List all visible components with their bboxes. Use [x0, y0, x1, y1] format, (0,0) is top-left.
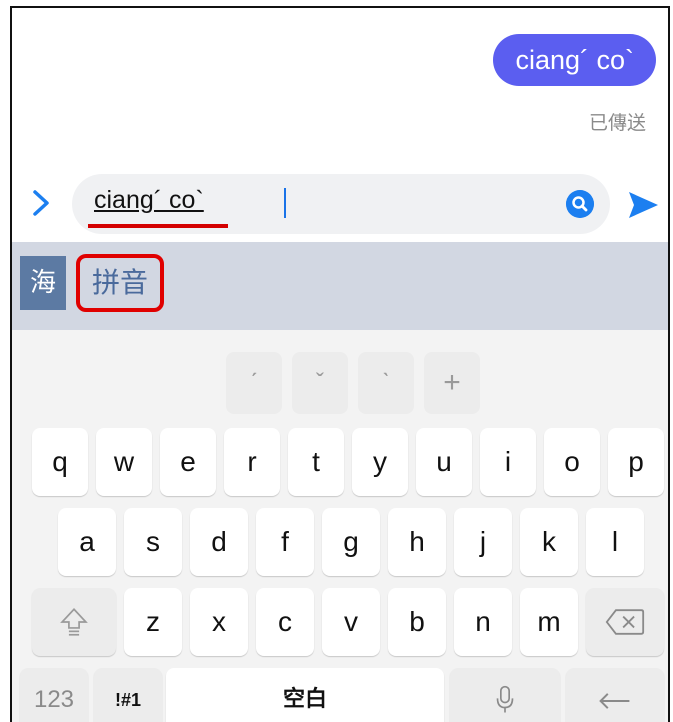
key-u[interactable]: u: [416, 428, 472, 496]
space-key[interactable]: 空白: [166, 668, 444, 722]
key-x[interactable]: x: [190, 588, 248, 656]
shift-key[interactable]: [32, 588, 116, 656]
key-r[interactable]: r: [224, 428, 280, 496]
key-b[interactable]: b: [388, 588, 446, 656]
backspace-key[interactable]: [586, 588, 664, 656]
key-p[interactable]: p: [608, 428, 664, 496]
numbers-key[interactable]: 123: [20, 668, 88, 722]
highlight-underline: [88, 224, 228, 228]
backspace-icon: [605, 609, 645, 635]
key-v[interactable]: v: [322, 588, 380, 656]
key-z[interactable]: z: [124, 588, 182, 656]
key-f[interactable]: f: [256, 508, 314, 576]
shift-icon: [60, 608, 88, 636]
key-y[interactable]: y: [352, 428, 408, 496]
text-caret: [284, 188, 286, 218]
key-a[interactable]: a: [58, 508, 116, 576]
key-s[interactable]: s: [124, 508, 182, 576]
key-e[interactable]: e: [160, 428, 216, 496]
key-c[interactable]: c: [256, 588, 314, 656]
tone-key-light[interactable]: +: [424, 352, 480, 414]
key-q[interactable]: q: [32, 428, 88, 496]
return-arrow-icon: [599, 693, 630, 709]
composing-text: ciang´ co`: [94, 186, 204, 214]
key-h[interactable]: h: [388, 508, 446, 576]
key-n[interactable]: n: [454, 588, 512, 656]
sent-message-bubble[interactable]: ciang´ co`: [493, 34, 656, 86]
keyboard: ˊ ˇ ˋ + q w e r t y u i o p a s d f g h …: [12, 330, 668, 722]
message-input[interactable]: ciang´ co`: [72, 174, 610, 234]
key-w[interactable]: w: [96, 428, 152, 496]
tone-key-2[interactable]: ˊ: [226, 352, 282, 414]
chevron-right-icon[interactable]: [24, 186, 58, 220]
send-icon[interactable]: [626, 188, 660, 222]
key-g[interactable]: g: [322, 508, 380, 576]
frame: ciang´ co` 已傳送 ciang´ co` 海 拼音 ˊ ˇ ˋ + q…: [0, 0, 673, 722]
ime-logo[interactable]: 海: [20, 256, 66, 310]
key-l[interactable]: l: [586, 508, 644, 576]
candidate-bar: 海 拼音: [12, 242, 668, 330]
composer-row: ciang´ co`: [12, 174, 668, 234]
enter-key[interactable]: [566, 668, 664, 722]
pinyin-mode-button[interactable]: 拼音: [76, 254, 164, 312]
microphone-icon: [496, 685, 514, 713]
key-t[interactable]: t: [288, 428, 344, 496]
chat-screen: ciang´ co` 已傳送 ciang´ co` 海 拼音 ˊ ˇ ˋ + q…: [10, 6, 670, 722]
key-j[interactable]: j: [454, 508, 512, 576]
message-status: 已傳送: [588, 112, 646, 134]
symbols-key[interactable]: !#1: [94, 668, 162, 722]
tone-key-3[interactable]: ˇ: [292, 352, 348, 414]
key-o[interactable]: o: [544, 428, 600, 496]
tone-key-4[interactable]: ˋ: [358, 352, 414, 414]
key-m[interactable]: m: [520, 588, 578, 656]
key-d[interactable]: d: [190, 508, 248, 576]
search-icon[interactable]: [566, 190, 594, 218]
key-k[interactable]: k: [520, 508, 578, 576]
voice-input-key[interactable]: [450, 668, 560, 722]
key-i[interactable]: i: [480, 428, 536, 496]
